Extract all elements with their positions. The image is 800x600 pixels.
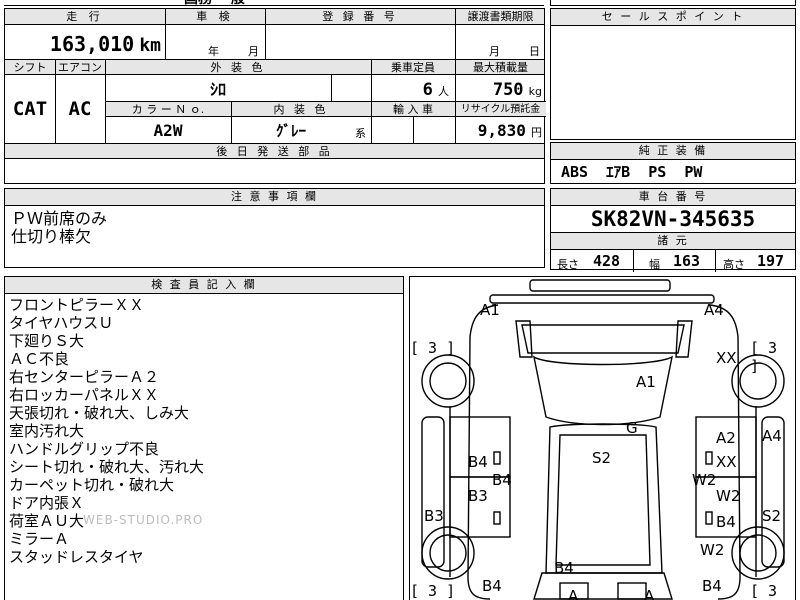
inspector-line: 天張切れ・破れ大、しみ大 bbox=[9, 404, 190, 422]
shift-header: シフト bbox=[13, 61, 47, 74]
tire-bracket-rl: [ 3 ] bbox=[410, 582, 456, 600]
tire-bracket-fl: [ 3 ] bbox=[410, 339, 456, 357]
registration-header: 登 録 番 号 bbox=[322, 10, 398, 23]
damage-label: W2 bbox=[692, 471, 717, 489]
damage-label: A2 bbox=[716, 429, 736, 447]
inspector-line: シート切れ・破れ大、汚れ大 bbox=[9, 458, 205, 476]
notes-box: 注 意 事 項 欄 ＰＷ前席のみ 仕切り棒欠 bbox=[4, 188, 545, 268]
height-label: 高さ bbox=[723, 258, 745, 271]
inspector-line: 右ロッカーパネルＸＸ bbox=[9, 386, 159, 404]
damage-label: A4 bbox=[762, 427, 782, 445]
recycle-header: リサイクル預託金 bbox=[460, 104, 541, 115]
inspector-line: カーペット切れ・破れ大 bbox=[9, 476, 175, 494]
inspector-line: ハンドルグリップ不良 bbox=[9, 440, 160, 458]
damage-label: XX bbox=[716, 453, 737, 471]
chassis-header: 車 台 番 号 bbox=[551, 189, 795, 206]
sales-point-box: セ ー ル ス ポ イ ン ト bbox=[550, 8, 796, 140]
spec-table: 走 行 車 検 登 録 番 号 譲渡書類期限 163,010 km 年 月 月 … bbox=[4, 8, 546, 184]
max-load-header: 最大積載量 bbox=[473, 61, 528, 74]
exterior-value: ｼﾛ bbox=[209, 80, 226, 99]
damage-label: B4 bbox=[468, 453, 488, 471]
inspector-line: タイヤハウスＵ bbox=[9, 314, 114, 332]
damage-label: W2 bbox=[700, 541, 725, 559]
tire-bracket-rr: [ 3 ] bbox=[750, 582, 778, 600]
inspector-line: 下廻りＳ大 bbox=[9, 332, 85, 350]
aircon-header: エアコン bbox=[58, 61, 102, 74]
length-value: 428 bbox=[593, 252, 621, 270]
damage-label: S2 bbox=[762, 507, 782, 525]
inspector-line: スタッドレスタイヤ bbox=[9, 548, 144, 566]
interior-value: ｸﾞﾚｰ bbox=[275, 122, 306, 140]
year-label: 年 bbox=[208, 45, 219, 58]
chassis-number: SK82VN-345635 bbox=[590, 207, 756, 231]
damage-label: XX bbox=[716, 349, 737, 367]
top-strip-text: 国務 一般 bbox=[184, 0, 245, 8]
transfer-day: 日 bbox=[529, 45, 540, 58]
import-header: 輸 入 車 bbox=[393, 103, 433, 116]
month-label: 月 bbox=[248, 45, 259, 58]
width-value: 163 bbox=[673, 252, 701, 270]
width-label: 幅 bbox=[649, 258, 660, 271]
inspector-line: 荷室ＡＵ大 bbox=[9, 512, 85, 530]
color-no-header: カ ラ ー Ｎ ｏ. bbox=[131, 103, 205, 116]
equipment-value: ABS ｴｱB PS PW bbox=[561, 163, 703, 181]
damage-label: B4 bbox=[702, 577, 722, 595]
equipment-header: 純 正 装 備 bbox=[551, 143, 795, 160]
transfer-month: 月 bbox=[489, 45, 500, 58]
color-no-value: A2W bbox=[153, 121, 183, 140]
damage-label: A bbox=[644, 587, 655, 600]
damage-label: A4 bbox=[704, 301, 724, 319]
height-value: 197 bbox=[757, 252, 785, 270]
inspector-line: ＡＣ不良 bbox=[9, 350, 70, 368]
damage-label: B4 bbox=[482, 577, 502, 595]
damage-label: B3 bbox=[424, 507, 444, 525]
chassis-box: 車 台 番 号 SK82VN-345635 諸 元 長さ 428 幅 163 高… bbox=[550, 188, 796, 272]
damage-label: B4 bbox=[716, 513, 736, 531]
inspector-box: 検 査 員 記 入 欄 フロントピラーＸＸ タイヤハウスＵ 下廻りＳ大 ＡＣ不良… bbox=[4, 276, 404, 600]
mileage-value: 163,010 km bbox=[49, 32, 161, 56]
length-label: 長さ bbox=[557, 258, 579, 271]
notes-header: 注 意 事 項 欄 bbox=[5, 189, 544, 206]
transfer-header: 譲渡書類期限 bbox=[467, 10, 534, 23]
shift-value: CAT bbox=[12, 98, 48, 120]
damage-label: A bbox=[568, 587, 579, 600]
capacity-header: 乗車定員 bbox=[391, 61, 435, 74]
damage-label: G bbox=[626, 419, 638, 437]
damage-label: A1 bbox=[480, 301, 500, 319]
sales-strip-top bbox=[550, 0, 796, 6]
top-strip: 国務 一般 bbox=[4, 0, 544, 8]
dims-header: 諸 元 bbox=[551, 232, 795, 250]
damage-label: A1 bbox=[636, 373, 656, 391]
car-outline-svg bbox=[421, 279, 785, 600]
aircon-value: AC bbox=[68, 98, 92, 120]
tire-bracket-fr: [ 3 ] bbox=[750, 339, 778, 375]
later-parts-header: 後 日 発 送 部 品 bbox=[216, 145, 333, 158]
notes-line: ＰＷ前席のみ bbox=[11, 209, 108, 228]
inspector-line: 右センターピラーＡ２ bbox=[9, 368, 160, 386]
inspector-header: 検 査 員 記 入 欄 bbox=[5, 277, 403, 294]
recycle-value: 9,830 円 bbox=[477, 121, 542, 140]
inspection-header: 車 検 bbox=[196, 10, 234, 23]
damage-label: B3 bbox=[468, 487, 488, 505]
interior-suffix: 系 bbox=[355, 127, 366, 140]
damage-label: B4 bbox=[492, 471, 512, 489]
interior-header: 内 装 色 bbox=[273, 103, 329, 116]
mileage-header: 走 行 bbox=[66, 10, 104, 23]
notes-line: 仕切り棒欠 bbox=[11, 227, 92, 246]
inspector-line: 室内汚れ大 bbox=[9, 422, 85, 440]
equipment-box: 純 正 装 備 ABS ｴｱB PS PW bbox=[550, 142, 796, 184]
sales-point-header: セ ー ル ス ポ イ ン ト bbox=[551, 9, 795, 26]
damage-label: S2 bbox=[592, 449, 612, 467]
car-diagram: [ 3 ] [ 3 ] [ 3 ] [ 3 ] A1 A4 XX A1 G A2… bbox=[409, 276, 796, 600]
exterior-header: 外 装 色 bbox=[210, 61, 266, 74]
damage-label: B4 bbox=[554, 559, 574, 577]
watermark: WEB-STUDIO.PRO bbox=[83, 513, 204, 527]
inspector-line: フロントピラーＸＸ bbox=[9, 296, 145, 314]
damage-label: W2 bbox=[716, 487, 741, 505]
inspector-line: ドア内張Ｘ bbox=[9, 494, 85, 512]
inspector-line: ミラーＡ bbox=[9, 530, 70, 548]
